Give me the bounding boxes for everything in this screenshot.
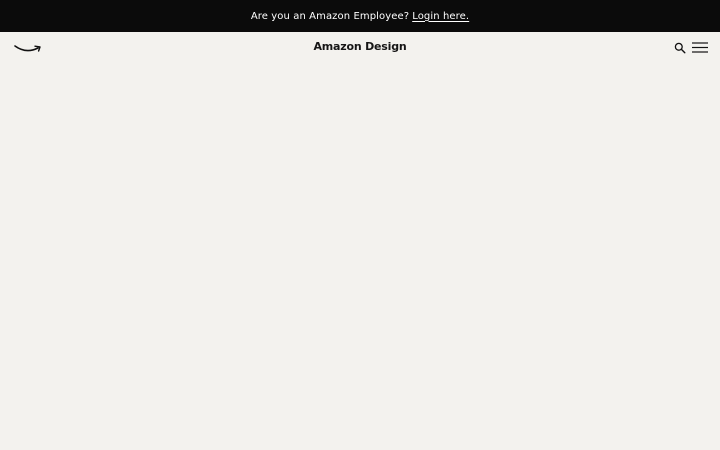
site-header: Amazon Design (0, 32, 720, 64)
hamburger-menu-icon[interactable] (692, 42, 708, 53)
site-title-container: Amazon Design (0, 40, 720, 53)
search-icon[interactable] (674, 42, 686, 54)
announcement-bar: Are you an Amazon Employee? Login here. (0, 0, 720, 32)
login-link[interactable]: Login here. (412, 11, 469, 22)
site-title[interactable]: Amazon Design (313, 40, 406, 53)
main-content (0, 64, 720, 450)
announcement-message: Are you an Amazon Employee? (250, 10, 410, 22)
